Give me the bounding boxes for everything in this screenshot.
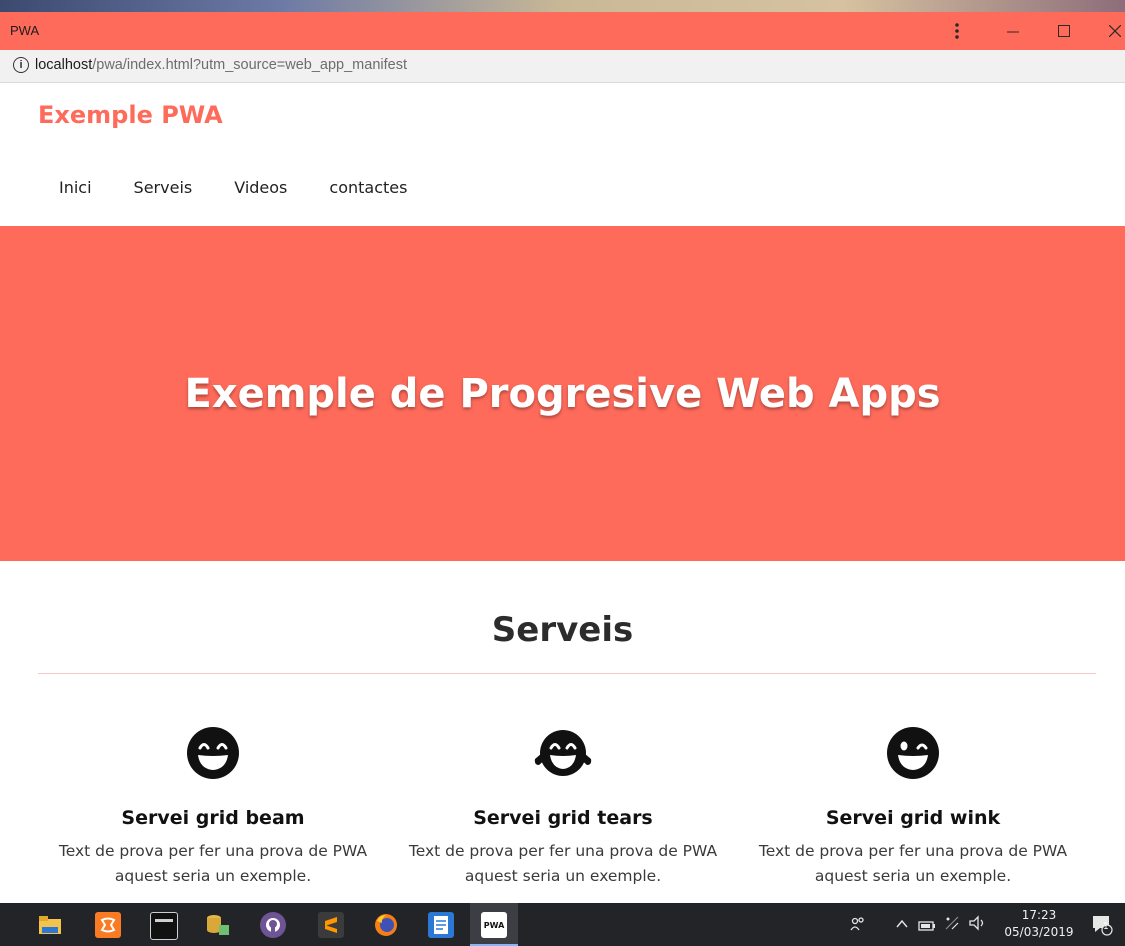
volume-icon[interactable] — [968, 915, 988, 935]
service-text: Text de prova per fer una prova de PWA a… — [58, 842, 368, 885]
url-text[interactable]: localhost/pwa/index.html?utm_source=web_… — [35, 57, 407, 73]
service-text: Text de prova per fer una prova de PWA a… — [408, 842, 718, 885]
hero-title: Exemple de Progresive Web Apps — [184, 370, 941, 417]
sublime-text-icon[interactable] — [318, 912, 344, 938]
hero-banner: Exemple de Progresive Web Apps — [0, 226, 1125, 561]
pwa-app-label: PWA — [483, 920, 505, 930]
firefox-icon[interactable] — [373, 912, 399, 938]
clock-date: 05/03/2019 — [1004, 925, 1074, 939]
wifi-icon[interactable] — [944, 915, 960, 935]
service-card: Servei grid tears Text de prova per fer … — [388, 723, 738, 889]
taskbar: PWA 17:23 05/03/2019 1 — [0, 903, 1125, 946]
notepad-icon[interactable] — [428, 912, 454, 938]
xampp-icon[interactable] — [95, 912, 121, 938]
section-divider — [38, 673, 1096, 674]
address-bar[interactable]: i localhost/pwa/index.html?utm_source=we… — [0, 50, 1125, 83]
minimize-icon[interactable] — [990, 12, 1036, 50]
nav-item-serveis[interactable]: Serveis — [113, 178, 214, 197]
chevron-up-icon[interactable] — [895, 916, 909, 935]
terminal-icon[interactable] — [150, 912, 178, 940]
url-path: /pwa/index.html?utm_source=web_app_manif… — [92, 57, 407, 73]
grin-tears-icon — [534, 730, 592, 776]
desktop-background-strip — [0, 0, 1125, 12]
notification-center-icon[interactable]: 1 — [1091, 914, 1113, 940]
nav-item-contactes[interactable]: contactes — [308, 178, 428, 197]
service-title: Servei grid tears — [473, 807, 653, 829]
section-title: Serveis — [491, 610, 634, 650]
battery-icon[interactable] — [918, 917, 936, 936]
grin-beam-icon — [187, 727, 239, 779]
nav-item-videos[interactable]: Videos — [213, 178, 308, 197]
maximize-icon[interactable] — [1041, 12, 1087, 50]
file-explorer-icon[interactable] — [37, 912, 63, 938]
site-brand[interactable]: Exemple PWA — [38, 101, 223, 129]
clock-time: 17:23 — [1021, 908, 1057, 922]
service-text: Text de prova per fer una prova de PWA a… — [758, 842, 1068, 885]
github-icon[interactable] — [260, 912, 286, 938]
notification-count: 1 — [1103, 922, 1109, 932]
service-card: Servei grid wink Text de prova per fer u… — [738, 723, 1088, 889]
system-clock[interactable]: 17:23 05/03/2019 — [1000, 907, 1078, 941]
page-content: Exemple PWA Inici Serveis Videos contact… — [0, 83, 1125, 903]
kebab-menu-icon[interactable] — [934, 12, 980, 50]
info-icon[interactable]: i — [13, 57, 29, 73]
service-title: Servei grid beam — [121, 807, 305, 829]
window-titlebar[interactable]: PWA — [0, 12, 1125, 50]
services-grid: Servei grid beam Text de prova per fer u… — [38, 723, 1088, 889]
database-tool-icon[interactable] — [205, 912, 231, 938]
url-host: localhost — [35, 57, 93, 73]
people-icon[interactable] — [850, 916, 866, 936]
window-title: PWA — [10, 23, 40, 38]
service-title: Servei grid wink — [825, 807, 1001, 829]
service-card: Servei grid beam Text de prova per fer u… — [38, 723, 388, 889]
main-nav: Inici Serveis Videos contactes — [38, 178, 428, 197]
grin-wink-icon — [887, 727, 939, 779]
nav-item-inici[interactable]: Inici — [38, 178, 113, 197]
pwa-app-icon[interactable]: PWA — [481, 912, 507, 938]
close-icon[interactable] — [1092, 12, 1125, 50]
